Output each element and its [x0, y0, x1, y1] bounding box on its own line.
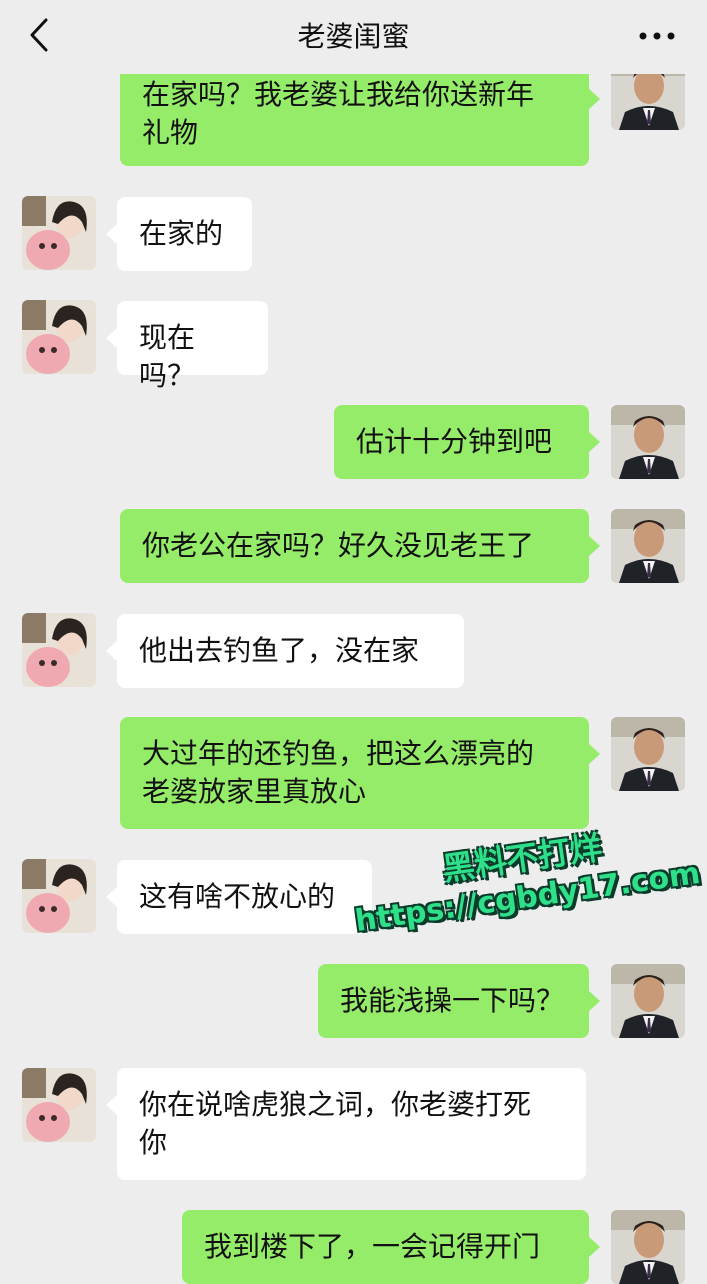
message-bubble-sent[interactable]: 大过年的还钓鱼，把这么漂亮的 老婆放家里真放心 — [120, 717, 600, 829]
message-line: 大过年的还钓鱼，把这么漂亮的 — [142, 737, 535, 770]
message-line: 在家的 — [139, 217, 224, 250]
avatar-self[interactable] — [611, 405, 685, 479]
avatar-contact[interactable] — [22, 613, 96, 687]
message-bubble-sent[interactable]: 估计十分钟到吧 — [334, 405, 600, 479]
chat-header: 老婆闺蜜 — [0, 0, 707, 74]
message-line: 你在说啥虎狼之词，你老婆打死 — [139, 1088, 532, 1121]
more-dots-icon — [639, 32, 675, 40]
avatar-self[interactable] — [611, 1210, 685, 1284]
more-button[interactable] — [635, 20, 679, 52]
back-button[interactable] — [22, 14, 62, 58]
message-line: 这有啥不放心的 — [139, 880, 336, 913]
message-bubble-sent[interactable]: 你老公在家吗？好久没见老王了 — [120, 509, 600, 583]
message-bubble-sent[interactable]: 我能浅操一下吗？ — [318, 964, 600, 1038]
avatar-self[interactable] — [611, 717, 685, 791]
message-line: 我到楼下了，一会记得开门 — [204, 1230, 541, 1263]
chat-title: 老婆闺蜜 — [297, 20, 410, 53]
avatar-self[interactable] — [611, 964, 685, 1038]
avatar-contact[interactable] — [22, 1068, 96, 1142]
message-bubble-sent[interactable]: 我到楼下了，一会记得开门 — [182, 1210, 600, 1284]
message-bubble-received[interactable]: 他出去钓鱼了，没在家 — [106, 614, 464, 688]
message-line: 估计十分钟到吧 — [356, 425, 553, 458]
message-line: 现在吗？ — [139, 321, 196, 392]
message-line: 我能浅操一下吗？ — [340, 984, 565, 1017]
message-bubble-received[interactable]: 你在说啥虎狼之词，你老婆打死 你 — [106, 1068, 586, 1180]
avatar-contact[interactable] — [22, 859, 96, 933]
avatar-contact[interactable] — [22, 196, 96, 270]
chevron-left-icon — [30, 18, 48, 52]
avatar-self[interactable] — [611, 509, 685, 583]
message-line: 在家吗？我老婆让我给你送新年 — [142, 78, 535, 111]
message-line: 老婆放家里真放心 — [142, 775, 367, 808]
message-bubble-received[interactable]: 现在吗？ — [106, 301, 268, 392]
message-line: 你老公在家吗？好久没见老王了 — [142, 529, 535, 562]
message-line: 他出去钓鱼了，没在家 — [139, 634, 420, 667]
avatar-contact[interactable] — [22, 300, 96, 374]
message-line: 你 — [139, 1126, 168, 1159]
message-line: 礼物 — [142, 116, 199, 149]
message-bubble-received[interactable]: 这有啥不放心的 — [106, 860, 372, 934]
message-bubble-sent[interactable]: 在家吗？我老婆让我给你送新年 礼物 — [120, 62, 600, 166]
chat-area[interactable]: 在家吗？我老婆让我给你送新年 礼物 在家的 现在吗？ 估计十分钟到吧 你老公在家… — [0, 0, 707, 1284]
message-bubble-received[interactable]: 在家的 — [106, 197, 252, 271]
